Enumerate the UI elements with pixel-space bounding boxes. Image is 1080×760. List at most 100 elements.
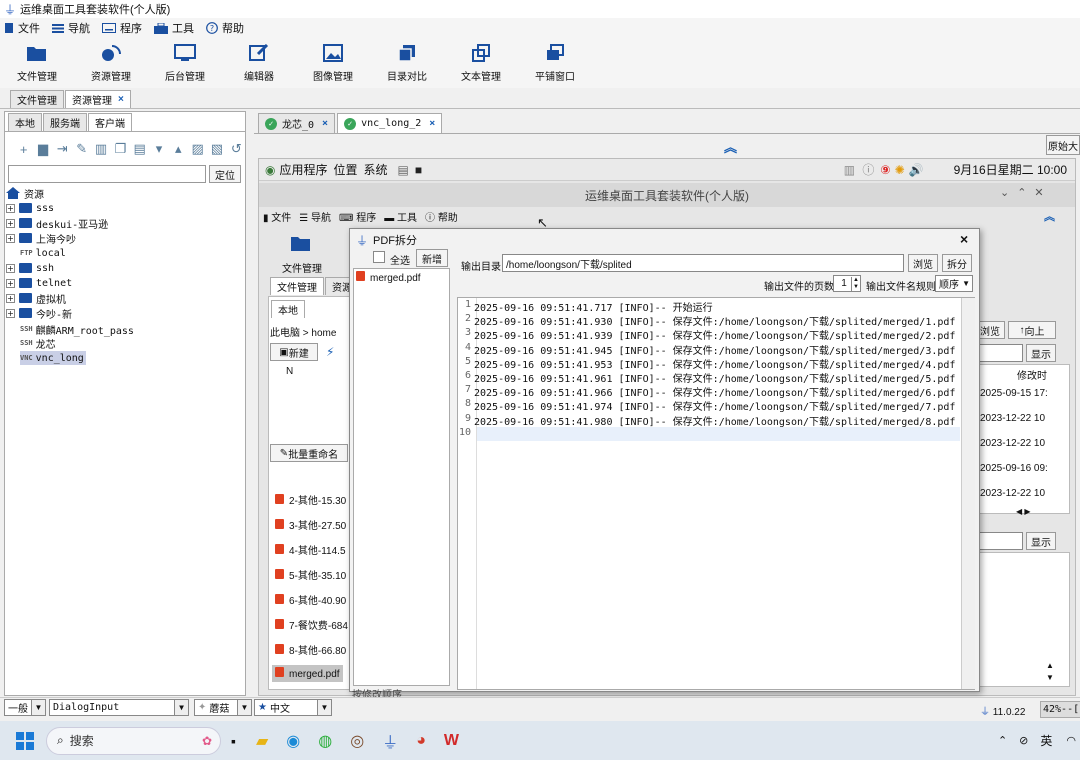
remote-action-icon[interactable]: ⚡ bbox=[326, 345, 334, 359]
tool-tile-windows[interactable]: 平铺窗口 bbox=[518, 38, 592, 88]
remote-file-item[interactable]: 7-餐饮费-684 bbox=[275, 617, 348, 632]
tool-image-manager[interactable]: 图像管理 bbox=[296, 38, 370, 88]
tab-session-loongson[interactable]: ✓ 龙芯_0 × bbox=[258, 113, 336, 133]
file-explorer-icon[interactable]: ▰ bbox=[256, 731, 268, 751]
tab-session-vnc[interactable]: ✓ vnc_long_2 × bbox=[337, 113, 443, 133]
remote-tray-icons[interactable]: ▥ ⓘ bbox=[844, 161, 877, 178]
paste-icon[interactable]: ▤ bbox=[132, 141, 147, 157]
remote-file-item[interactable]: 4-其他-114.5 bbox=[275, 542, 346, 557]
remote-menu-apps[interactable]: 应用程序 bbox=[279, 161, 327, 178]
tool-resource-manager[interactable]: 资源管理 bbox=[74, 38, 148, 88]
move-down-icon[interactable]: ▴ bbox=[171, 141, 186, 157]
browse-button[interactable]: 浏览 bbox=[908, 254, 938, 272]
wifi-icon[interactable]: ◠ bbox=[1066, 734, 1076, 747]
network-icon[interactable]: ⊘ bbox=[1019, 734, 1028, 747]
select-all-checkbox[interactable] bbox=[373, 251, 385, 263]
add-file-button[interactable]: 新增 bbox=[416, 249, 448, 267]
remote-menu-tools[interactable]: ▬ 工具 bbox=[384, 209, 417, 224]
wps-icon[interactable]: W bbox=[444, 732, 459, 750]
remote-show-button[interactable]: 显示 bbox=[1026, 344, 1056, 362]
import-icon[interactable]: ⇥ bbox=[55, 141, 70, 157]
tree-item[interactable]: SSH 龙芯 bbox=[20, 336, 56, 351]
move-up-icon[interactable]: ▾ bbox=[151, 141, 166, 157]
remote-tab-file-manager[interactable]: 文件管理 bbox=[270, 277, 324, 295]
theme-select[interactable]: ✦ 蘑菇 ▼ bbox=[194, 699, 252, 716]
remote-menu-file[interactable]: ▮ 文件 bbox=[263, 209, 291, 224]
expand-icon[interactable]: + bbox=[6, 233, 15, 243]
remote-menu-program[interactable]: ⌨ 程序 bbox=[339, 209, 376, 224]
remote-update-icon[interactable]: ⑨ bbox=[880, 163, 890, 177]
ime-indicator[interactable]: 英 bbox=[1040, 732, 1052, 749]
log-output[interactable]: 1 2025-09-16 09:51:41.717 [INFO]-- 开始运行 2… bbox=[457, 297, 975, 690]
remote-file-item-selected[interactable]: merged.pdf bbox=[272, 665, 343, 682]
close-tab-icon[interactable]: × bbox=[118, 94, 124, 105]
add-icon[interactable]: + bbox=[16, 142, 31, 157]
remote-clock[interactable]: 9月16日星期二 10:00 bbox=[954, 161, 1067, 178]
tab-local[interactable]: 本地 bbox=[8, 113, 42, 131]
refresh-icon[interactable]: ↺ bbox=[229, 141, 244, 157]
remote-file-item[interactable]: 3-其他-27.50 bbox=[275, 517, 346, 532]
copy-icon[interactable]: ❐ bbox=[113, 141, 128, 157]
expand-icon[interactable]: + bbox=[6, 293, 15, 303]
tool-editor[interactable]: 编辑器 bbox=[222, 38, 296, 88]
remote-terminal-icon[interactable]: ■ bbox=[415, 163, 422, 177]
menu-program[interactable]: 程序 bbox=[102, 20, 142, 36]
remote-filter-input-2[interactable] bbox=[978, 532, 1023, 550]
tray-expand-icon[interactable]: ⌃ bbox=[998, 734, 1007, 747]
menu-navigate[interactable]: 导航 bbox=[52, 20, 90, 36]
expand-icon[interactable]: + bbox=[6, 263, 15, 273]
menu-file[interactable]: 文件 bbox=[4, 20, 40, 36]
edit-icon[interactable]: ✎ bbox=[74, 141, 89, 157]
expand-icon[interactable]: + bbox=[6, 278, 15, 288]
expand-icon[interactable]: + bbox=[6, 203, 15, 213]
chrome-icon[interactable]: ◕ bbox=[416, 732, 426, 750]
tree-item-selected[interactable]: VNC vnc_long bbox=[20, 351, 86, 365]
remote-tab-local[interactable]: 本地 bbox=[271, 300, 305, 318]
remote-menu-nav[interactable]: ☰ 导航 bbox=[299, 209, 331, 224]
remote-show-button-2[interactable]: 显示 bbox=[1026, 532, 1056, 550]
remote-menu-help[interactable]: ⓘ 帮助 bbox=[425, 209, 458, 224]
save-icon[interactable]: ▧ bbox=[209, 141, 224, 157]
menu-tools[interactable]: 工具 bbox=[154, 20, 194, 36]
tree-item[interactable]: + 上海今吵 bbox=[6, 231, 76, 246]
dialog-close-button[interactable]: × bbox=[960, 231, 968, 247]
remote-editor-icon[interactable]: ▤ bbox=[398, 163, 409, 177]
remote-up-button[interactable]: ↑ 向上 bbox=[1008, 321, 1056, 339]
expand-icon[interactable]: + bbox=[6, 308, 15, 318]
remote-vscroll-arrows[interactable]: ▲ ▼ bbox=[1046, 660, 1054, 684]
font-select[interactable]: DialogInput ▼ bbox=[49, 699, 189, 716]
tree-item[interactable]: + deskui-亚马逊 bbox=[6, 216, 108, 231]
naming-rule-select[interactable]: 顺序 ▼ bbox=[935, 275, 973, 292]
tree-item[interactable]: + ssh bbox=[6, 261, 54, 275]
remote-tool-label[interactable]: 文件管理 bbox=[282, 260, 322, 275]
remote-menu-system[interactable]: 系统 bbox=[364, 161, 388, 178]
remote-hscroll-arrows[interactable]: ◀ ▶ bbox=[1016, 507, 1031, 516]
locate-button[interactable]: 定位 bbox=[209, 165, 241, 183]
edge-icon[interactable]: ◉ bbox=[286, 731, 300, 751]
language-select[interactable]: ★ 中文 ▼ bbox=[254, 699, 332, 716]
tool-text-manager[interactable]: 文本管理 bbox=[444, 38, 518, 88]
tool-dir-compare[interactable]: 目录对比 bbox=[370, 38, 444, 88]
expand-icon[interactable]: + bbox=[6, 218, 15, 228]
remote-rename-button[interactable]: ✎ 批量重命名 bbox=[270, 444, 348, 462]
wechat-icon[interactable]: ◍ bbox=[318, 731, 332, 751]
remote-filter-input[interactable] bbox=[978, 344, 1023, 362]
pages-stepper[interactable]: 1 ▲ ▼ bbox=[833, 275, 861, 292]
remote-file-item[interactable]: 2-其他-15.30 bbox=[275, 492, 346, 507]
log-scrollbar[interactable] bbox=[961, 298, 975, 689]
search-input[interactable] bbox=[8, 165, 206, 183]
tool-backend-manager[interactable]: 后台管理 bbox=[148, 38, 222, 88]
output-dir-input[interactable]: /home/loongson/下载/splited bbox=[502, 254, 904, 272]
tree-item[interactable]: + 今吵-新 bbox=[6, 306, 72, 321]
tree-item[interactable]: + telnet bbox=[6, 276, 72, 290]
pdf-file-item[interactable]: merged.pdf bbox=[356, 271, 421, 284]
tree-item[interactable]: FTP local bbox=[20, 246, 66, 260]
close-tab-icon[interactable]: × bbox=[322, 118, 328, 129]
remote-collapse-icon[interactable]: ︽ bbox=[1044, 208, 1055, 224]
tab-client[interactable]: 客户端 bbox=[88, 113, 132, 131]
delete-icon[interactable]: ▥ bbox=[93, 141, 108, 157]
tree-root[interactable]: 资源 bbox=[6, 186, 44, 201]
tree-item[interactable]: SSH 麒麟ARM_root_pass bbox=[20, 322, 134, 337]
close-tab-icon[interactable]: × bbox=[429, 118, 435, 129]
tool-file-manager[interactable]: 文件管理 bbox=[0, 38, 74, 88]
